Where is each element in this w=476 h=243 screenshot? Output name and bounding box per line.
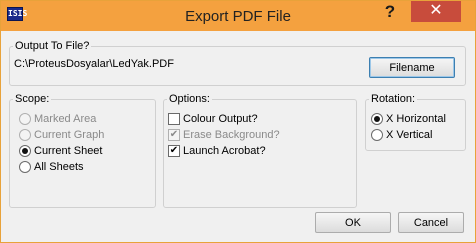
scope-group-label: Scope: xyxy=(13,93,52,105)
rotation-option-label: X Horizontal xyxy=(386,113,446,125)
scope-option-label: Current Sheet xyxy=(34,145,103,157)
checkbox-colour-output[interactable] xyxy=(168,113,180,125)
output-path: C:\ProteusDosyalar\LedYak.PDF xyxy=(14,58,174,70)
ok-button[interactable]: OK xyxy=(315,212,391,233)
option-label: Erase Background? xyxy=(183,129,280,141)
options-group-label: Options: xyxy=(167,93,212,105)
output-group-label: Output To File? xyxy=(13,40,92,52)
radio-current-graph[interactable] xyxy=(19,129,31,141)
radio-all-sheets[interactable] xyxy=(19,161,31,173)
help-button[interactable]: ? xyxy=(376,2,404,24)
rotation-group-label: Rotation: xyxy=(369,93,418,105)
option-label: Launch Acrobat? xyxy=(183,145,266,157)
checkbox-launch-acrobat[interactable]: ✔ xyxy=(168,145,180,157)
scope-option-label: All Sheets xyxy=(34,161,84,173)
export-pdf-dialog: ISIS Export PDF File ? ✕ Output To File?… xyxy=(0,0,476,243)
radio-marked-area[interactable] xyxy=(19,113,31,125)
radio-current-sheet[interactable] xyxy=(19,145,31,157)
option-label: Colour Output? xyxy=(183,113,258,125)
filename-button[interactable]: Filename xyxy=(369,57,455,78)
radio-horizontal[interactable] xyxy=(371,113,383,125)
cancel-button[interactable]: Cancel xyxy=(398,212,464,233)
rotation-option-label: X Vertical xyxy=(386,129,433,141)
scope-option-label: Marked Area xyxy=(34,113,97,125)
close-button[interactable]: ✕ xyxy=(411,1,461,22)
title-bar[interactable]: ISIS Export PDF File ? ✕ xyxy=(1,1,475,31)
checkbox-erase-background[interactable]: ✔ xyxy=(168,129,180,141)
scope-option-label: Current Graph xyxy=(34,129,105,141)
radio-vertical[interactable] xyxy=(371,129,383,141)
